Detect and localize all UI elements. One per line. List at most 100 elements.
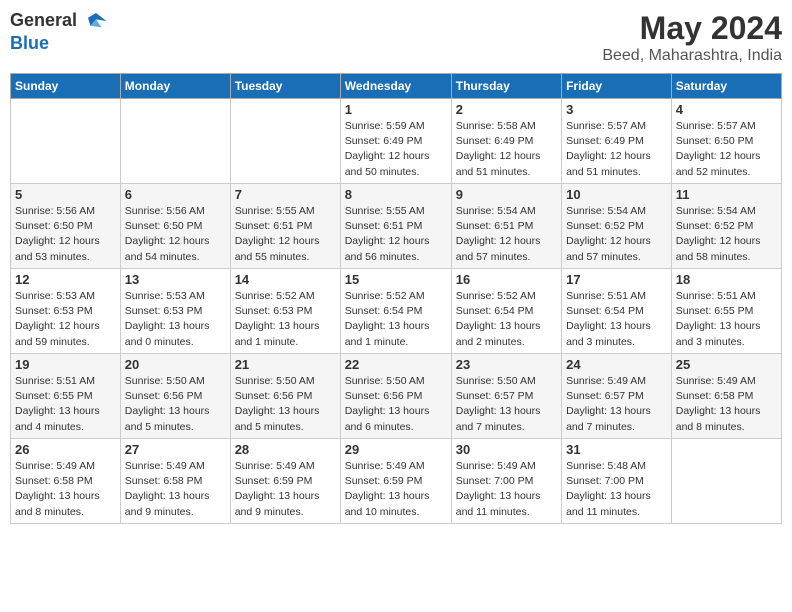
location-subtitle: Beed, Maharashtra, India (602, 47, 782, 65)
day-number: 24 (566, 357, 667, 372)
calendar-cell: 18 Sunrise: 5:51 AM Sunset: 6:55 PM Dayli… (671, 269, 781, 354)
header-wednesday: Wednesday (340, 74, 451, 99)
day-info: Sunrise: 5:52 AM Sunset: 6:53 PM Dayligh… (235, 289, 336, 350)
header-friday: Friday (562, 74, 672, 99)
calendar-cell: 8 Sunrise: 5:55 AM Sunset: 6:51 PM Daylig… (340, 184, 451, 269)
calendar-cell: 29 Sunrise: 5:49 AM Sunset: 6:59 PM Dayli… (340, 439, 451, 524)
day-number: 1 (345, 102, 447, 117)
title-section: May 2024 Beed, Maharashtra, India (602, 10, 782, 65)
day-number: 8 (345, 187, 447, 202)
day-number: 4 (676, 102, 777, 117)
calendar-cell: 30 Sunrise: 5:49 AM Sunset: 7:00 PM Dayli… (451, 439, 561, 524)
calendar-cell (120, 99, 230, 184)
calendar-cell (11, 99, 121, 184)
day-number: 27 (125, 442, 226, 457)
calendar-week-row: 5 Sunrise: 5:56 AM Sunset: 6:50 PM Daylig… (11, 184, 782, 269)
day-number: 7 (235, 187, 336, 202)
day-info: Sunrise: 5:55 AM Sunset: 6:51 PM Dayligh… (235, 204, 336, 265)
day-info: Sunrise: 5:51 AM Sunset: 6:55 PM Dayligh… (676, 289, 777, 350)
day-info: Sunrise: 5:55 AM Sunset: 6:51 PM Dayligh… (345, 204, 447, 265)
day-info: Sunrise: 5:59 AM Sunset: 6:49 PM Dayligh… (345, 119, 447, 180)
calendar-cell: 19 Sunrise: 5:51 AM Sunset: 6:55 PM Dayli… (11, 354, 121, 439)
day-info: Sunrise: 5:54 AM Sunset: 6:52 PM Dayligh… (566, 204, 667, 265)
day-info: Sunrise: 5:49 AM Sunset: 6:59 PM Dayligh… (235, 459, 336, 520)
month-year-title: May 2024 (602, 10, 782, 47)
logo-bird-icon (84, 9, 108, 33)
day-number: 18 (676, 272, 777, 287)
day-info: Sunrise: 5:49 AM Sunset: 6:57 PM Dayligh… (566, 374, 667, 435)
calendar-week-row: 12Sunrise: 5:53 AM Sunset: 6:53 PM Dayli… (11, 269, 782, 354)
day-info: Sunrise: 5:51 AM Sunset: 6:54 PM Dayligh… (566, 289, 667, 350)
calendar-cell: 25 Sunrise: 5:49 AM Sunset: 6:58 PM Dayli… (671, 354, 781, 439)
logo-text-general: General (10, 10, 77, 30)
logo: General Blue (10, 10, 108, 54)
calendar-cell: 20 Sunrise: 5:50 AM Sunset: 6:56 PM Dayli… (120, 354, 230, 439)
calendar-cell: 21Sunrise: 5:50 AM Sunset: 6:56 PM Dayli… (230, 354, 340, 439)
day-number: 6 (125, 187, 226, 202)
calendar-cell: 14Sunrise: 5:52 AM Sunset: 6:53 PM Dayli… (230, 269, 340, 354)
calendar-cell: 2 Sunrise: 5:58 AM Sunset: 6:49 PM Daylig… (451, 99, 561, 184)
calendar-week-row: 19 Sunrise: 5:51 AM Sunset: 6:55 PM Dayli… (11, 354, 782, 439)
calendar-cell: 24 Sunrise: 5:49 AM Sunset: 6:57 PM Dayli… (562, 354, 672, 439)
calendar-cell: 27 Sunrise: 5:49 AM Sunset: 6:58 PM Dayli… (120, 439, 230, 524)
calendar-table: SundayMondayTuesdayWednesdayThursdayFrid… (10, 73, 782, 524)
day-info: Sunrise: 5:50 AM Sunset: 6:57 PM Dayligh… (456, 374, 557, 435)
calendar-cell: 13 Sunrise: 5:53 AM Sunset: 6:53 PM Dayli… (120, 269, 230, 354)
day-info: Sunrise: 5:58 AM Sunset: 6:49 PM Dayligh… (456, 119, 557, 180)
day-info: Sunrise: 5:51 AM Sunset: 6:55 PM Dayligh… (15, 374, 116, 435)
day-info: Sunrise: 5:53 AM Sunset: 6:53 PM Dayligh… (125, 289, 226, 350)
day-info: Sunrise: 5:53 AM Sunset: 6:53 PM Dayligh… (15, 289, 116, 350)
calendar-cell: 9 Sunrise: 5:54 AM Sunset: 6:51 PM Daylig… (451, 184, 561, 269)
day-number: 15 (345, 272, 447, 287)
calendar-week-row: 1 Sunrise: 5:59 AM Sunset: 6:49 PM Daylig… (11, 99, 782, 184)
day-info: Sunrise: 5:49 AM Sunset: 6:59 PM Dayligh… (345, 459, 447, 520)
calendar-cell: 1 Sunrise: 5:59 AM Sunset: 6:49 PM Daylig… (340, 99, 451, 184)
calendar-cell: 26 Sunrise: 5:49 AM Sunset: 6:58 PM Dayli… (11, 439, 121, 524)
calendar-header-row: SundayMondayTuesdayWednesdayThursdayFrid… (11, 74, 782, 99)
day-number: 19 (15, 357, 116, 372)
day-number: 21 (235, 357, 336, 372)
calendar-cell: 3 Sunrise: 5:57 AM Sunset: 6:49 PM Daylig… (562, 99, 672, 184)
day-info: Sunrise: 5:49 AM Sunset: 6:58 PM Dayligh… (676, 374, 777, 435)
day-info: Sunrise: 5:56 AM Sunset: 6:50 PM Dayligh… (15, 204, 116, 265)
day-number: 28 (235, 442, 336, 457)
calendar-cell (671, 439, 781, 524)
day-number: 5 (15, 187, 116, 202)
calendar-cell: 31Sunrise: 5:48 AM Sunset: 7:00 PM Dayli… (562, 439, 672, 524)
day-info: Sunrise: 5:48 AM Sunset: 7:00 PM Dayligh… (566, 459, 667, 520)
day-number: 3 (566, 102, 667, 117)
day-number: 30 (456, 442, 557, 457)
calendar-cell: 16Sunrise: 5:52 AM Sunset: 6:54 PM Dayli… (451, 269, 561, 354)
day-number: 20 (125, 357, 226, 372)
calendar-cell: 28 Sunrise: 5:49 AM Sunset: 6:59 PM Dayli… (230, 439, 340, 524)
calendar-cell: 4 Sunrise: 5:57 AM Sunset: 6:50 PM Daylig… (671, 99, 781, 184)
day-number: 25 (676, 357, 777, 372)
calendar-cell: 10 Sunrise: 5:54 AM Sunset: 6:52 PM Dayli… (562, 184, 672, 269)
day-number: 13 (125, 272, 226, 287)
day-number: 10 (566, 187, 667, 202)
day-info: Sunrise: 5:50 AM Sunset: 6:56 PM Dayligh… (125, 374, 226, 435)
page-header: General Blue May 2024 Beed, Maharashtra,… (10, 10, 782, 65)
day-info: Sunrise: 5:50 AM Sunset: 6:56 PM Dayligh… (345, 374, 447, 435)
calendar-cell: 23Sunrise: 5:50 AM Sunset: 6:57 PM Dayli… (451, 354, 561, 439)
day-number: 29 (345, 442, 447, 457)
calendar-cell: 7 Sunrise: 5:55 AM Sunset: 6:51 PM Daylig… (230, 184, 340, 269)
day-info: Sunrise: 5:57 AM Sunset: 6:49 PM Dayligh… (566, 119, 667, 180)
day-info: Sunrise: 5:49 AM Sunset: 7:00 PM Dayligh… (456, 459, 557, 520)
day-info: Sunrise: 5:57 AM Sunset: 6:50 PM Dayligh… (676, 119, 777, 180)
day-number: 2 (456, 102, 557, 117)
header-thursday: Thursday (451, 74, 561, 99)
header-tuesday: Tuesday (230, 74, 340, 99)
logo-text-blue: Blue (10, 33, 49, 53)
day-number: 16 (456, 272, 557, 287)
day-number: 9 (456, 187, 557, 202)
day-info: Sunrise: 5:49 AM Sunset: 6:58 PM Dayligh… (15, 459, 116, 520)
calendar-cell: 5 Sunrise: 5:56 AM Sunset: 6:50 PM Daylig… (11, 184, 121, 269)
calendar-week-row: 26 Sunrise: 5:49 AM Sunset: 6:58 PM Dayli… (11, 439, 782, 524)
calendar-cell: 17Sunrise: 5:51 AM Sunset: 6:54 PM Dayli… (562, 269, 672, 354)
day-info: Sunrise: 5:54 AM Sunset: 6:51 PM Dayligh… (456, 204, 557, 265)
day-info: Sunrise: 5:49 AM Sunset: 6:58 PM Dayligh… (125, 459, 226, 520)
day-number: 26 (15, 442, 116, 457)
day-info: Sunrise: 5:54 AM Sunset: 6:52 PM Dayligh… (676, 204, 777, 265)
calendar-cell: 6Sunrise: 5:56 AM Sunset: 6:50 PM Daylig… (120, 184, 230, 269)
